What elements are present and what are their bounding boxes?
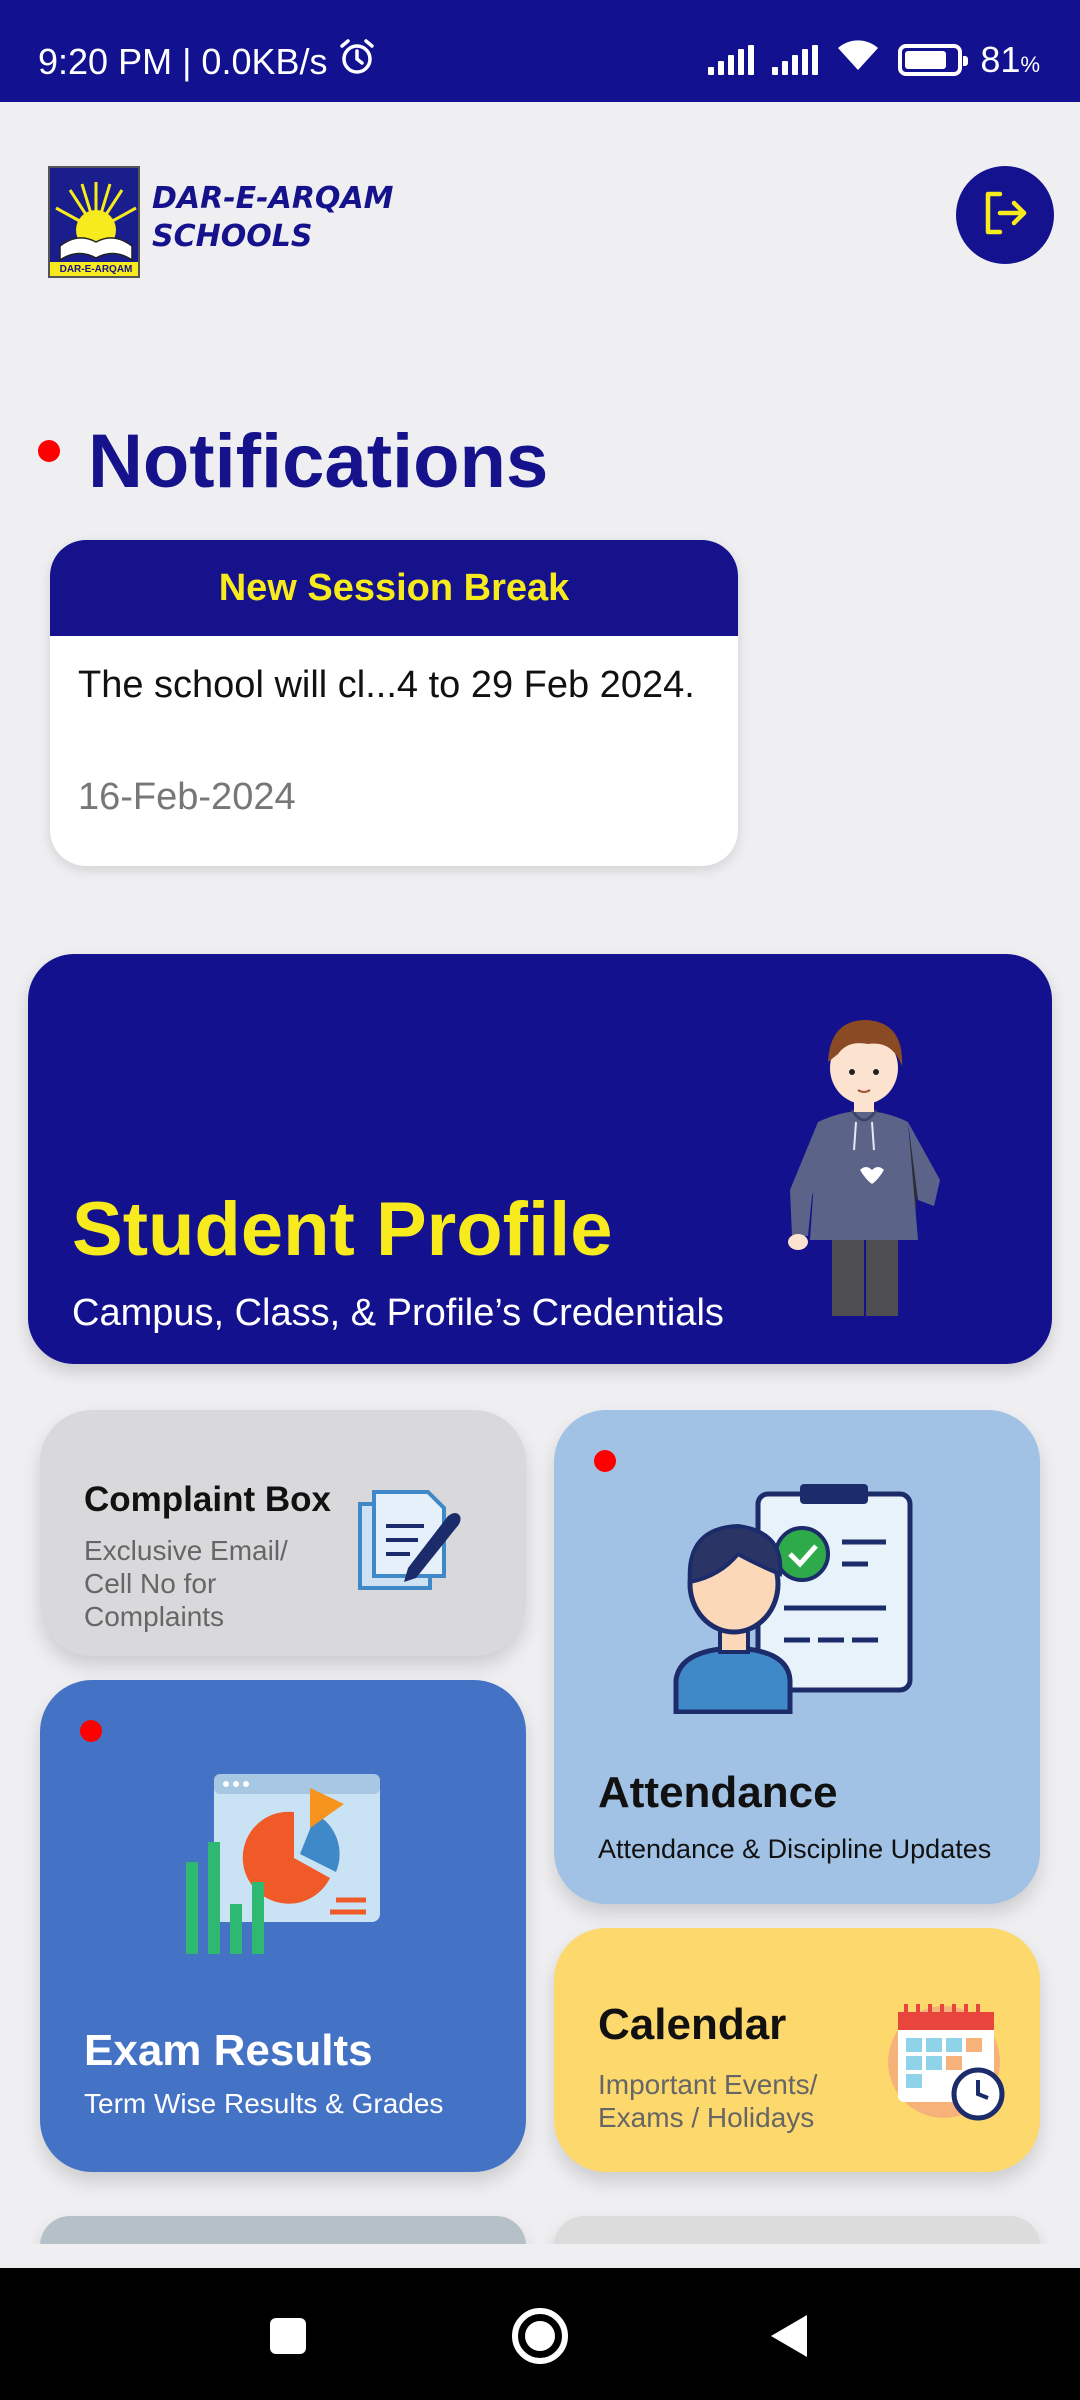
complaint-box-subtitle: Exclusive Email/ Cell No for Complaints xyxy=(84,1535,288,1632)
alarm-icon xyxy=(338,38,376,85)
complaint-box-title: Complaint Box xyxy=(84,1480,331,1519)
attendance-alert-dot xyxy=(594,1450,616,1472)
attendance-title: Attendance xyxy=(598,1768,838,1817)
calendar-tile[interactable]: Calendar Important Events/ Exams / Holid… xyxy=(554,1928,1040,2172)
attendance-tile[interactable]: Attendance Attendance & Discipline Updat… xyxy=(554,1410,1040,1904)
notification-card-body: The school will cl...4 to 29 Feb 2024. xyxy=(78,664,695,706)
complaint-box-tile[interactable]: Complaint Box Exclusive Email/ Cell No f… xyxy=(40,1410,526,1656)
signal-icon xyxy=(708,44,755,75)
document-pen-icon xyxy=(352,1486,464,1597)
exam-results-subtitle: Term Wise Results & Grades xyxy=(84,2088,444,2119)
battery-icon xyxy=(898,43,969,76)
notification-card-date: 16-Feb-2024 xyxy=(78,776,296,818)
recent-apps-button[interactable] xyxy=(258,2306,318,2366)
exam-results-alert-dot xyxy=(80,1720,102,1742)
logout-button[interactable] xyxy=(956,166,1054,264)
attendance-subtitle: Attendance & Discipline Updates xyxy=(598,1834,992,1864)
notification-indicator xyxy=(38,440,60,462)
home-button[interactable] xyxy=(510,2306,570,2366)
back-button[interactable] xyxy=(760,2306,820,2366)
school-name-line2: SCHOOLS xyxy=(152,219,313,254)
wifi-icon xyxy=(836,38,880,81)
student-profile-title: Student Profile xyxy=(72,1187,613,1272)
exam-results-title: Exam Results xyxy=(84,2026,373,2075)
school-logo: DAR-E-ARQAM xyxy=(48,166,140,278)
signal-icon xyxy=(772,44,819,75)
student-profile-card[interactable]: Student Profile Campus, Class, & Profile… xyxy=(28,954,1052,1364)
notification-card-title: New Session Break xyxy=(50,540,738,636)
logout-icon xyxy=(980,188,1030,243)
status-bar: 9:20 PM | 0.0KB/s 81% xyxy=(0,0,1080,102)
school-name: DAR-E-ARQAM SCHOOLS xyxy=(152,180,394,256)
battery-percent: 81% xyxy=(980,38,1040,80)
notification-card[interactable]: New Session Break The school will cl...4… xyxy=(50,540,738,866)
attendance-checklist-icon xyxy=(672,1484,922,1719)
notifications-heading: Notifications xyxy=(88,419,549,504)
status-time-speed: 9:20 PM | 0.0KB/s xyxy=(38,40,328,82)
calendar-clock-icon xyxy=(882,1998,1012,2133)
student-illustration xyxy=(768,1010,968,1327)
logo-badge-text: DAR-E-ARQAM xyxy=(59,264,133,275)
exam-results-tile[interactable]: Exam Results Term Wise Results & Grades xyxy=(40,1680,526,2172)
navigation-bar xyxy=(0,2268,1080,2400)
chart-report-icon xyxy=(186,1768,386,1963)
status-right: 81% xyxy=(708,38,1040,81)
status-left: 9:20 PM | 0.0KB/s xyxy=(38,38,376,85)
scroll-edge xyxy=(0,2244,1080,2268)
calendar-subtitle: Important Events/ Exams / Holidays xyxy=(598,2069,818,2133)
calendar-title: Calendar xyxy=(598,2000,787,2049)
school-name-line1: DAR-E-ARQAM xyxy=(152,181,394,216)
student-profile-subtitle: Campus, Class, & Profile’s Credentials xyxy=(72,1292,724,1334)
